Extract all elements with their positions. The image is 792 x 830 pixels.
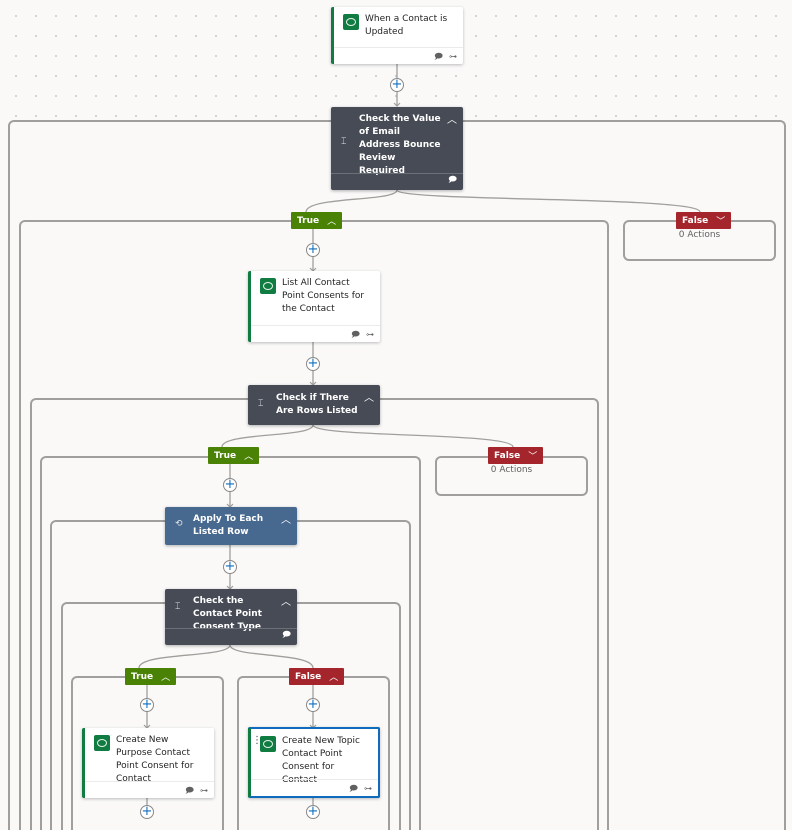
add-step-button[interactable]: + <box>306 243 320 257</box>
add-step-button[interactable]: + <box>223 478 237 492</box>
card-footer: 🗩 <box>165 628 297 645</box>
trigger-title: When a Contact is Updated <box>365 14 448 37</box>
chevron-up-icon[interactable]: ︿ <box>447 111 457 126</box>
purpose-action-title: Create New Purpose Contact Point Consent… <box>116 735 194 784</box>
chevron-down-icon: ﹀ <box>716 217 726 227</box>
condition3-true-badge[interactable]: True ︿ <box>125 668 177 685</box>
add-step-button[interactable]: + <box>140 698 154 712</box>
chevron-up-icon: ︿ <box>329 673 339 683</box>
true-label: True <box>214 450 237 461</box>
add-step-button[interactable]: + <box>306 698 320 712</box>
true-label: True <box>297 215 320 226</box>
card-footer: 🗩 <box>331 173 463 190</box>
comment-icon[interactable]: 🗩 <box>185 786 194 795</box>
dataverse-icon <box>343 14 359 30</box>
condition3-false-badge[interactable]: False ︿ <box>289 668 345 685</box>
loop-title: Apply To Each Listed Row <box>193 514 264 537</box>
chevron-up-icon: ︿ <box>161 673 171 683</box>
chevron-up-icon[interactable]: ︿ <box>281 593 291 608</box>
comment-icon[interactable]: 🗩 <box>434 52 443 61</box>
dataverse-icon <box>260 736 276 752</box>
add-step-button[interactable]: + <box>140 805 154 819</box>
dataverse-icon <box>260 278 276 294</box>
topic-action-card[interactable]: ⋮ Create New Topic Contact Point Consent… <box>248 727 380 798</box>
chevron-up-icon: ︿ <box>244 452 254 462</box>
condition1-false-badge[interactable]: False ﹀ <box>676 212 732 229</box>
false-label: False <box>295 671 322 682</box>
chevron-down-icon: ﹀ <box>528 452 538 462</box>
condition1-title: Check the Value of Email Address Bounce … <box>359 114 441 176</box>
card-footer: 🗩 ⊶ <box>251 325 380 342</box>
chevron-up-icon: ︿ <box>327 217 337 227</box>
condition2-card[interactable]: ⌶ Check if There Are Rows Listed ︿ <box>248 385 380 425</box>
add-step-button[interactable]: + <box>306 805 320 819</box>
card-footer: 🗩 ⊶ <box>334 47 463 64</box>
comment-icon[interactable]: 🗩 <box>351 330 360 339</box>
trigger-card[interactable]: When a Contact is Updated 🗩 ⊶ <box>331 7 463 64</box>
add-step-button[interactable]: + <box>390 78 404 92</box>
comment-icon[interactable]: 🗩 <box>349 784 358 793</box>
card-footer: 🗩 ⊶ <box>85 781 214 798</box>
condition2-true-badge[interactable]: True ︿ <box>208 447 260 464</box>
link-icon[interactable]: ⊶ <box>449 52 457 61</box>
condition1-false-summary: 0 Actions <box>678 230 721 240</box>
condition1-card[interactable]: ⌶ Check the Value of Email Address Bounc… <box>331 107 463 190</box>
condition2-false-summary: 0 Actions <box>490 465 533 475</box>
comment-icon[interactable]: 🗩 <box>448 174 457 188</box>
condition3-card[interactable]: ⌶ Check the Contact Point Consent Type ︿… <box>165 589 297 645</box>
add-step-button[interactable]: + <box>223 560 237 574</box>
condition2-title: Check if There Are Rows Listed <box>276 393 358 416</box>
add-step-button[interactable]: + <box>306 357 320 371</box>
dataverse-icon <box>94 735 110 751</box>
loop-icon: ⟲ <box>175 519 183 529</box>
condition2-false-badge[interactable]: False ﹀ <box>488 447 544 464</box>
false-label: False <box>494 450 521 461</box>
link-icon[interactable]: ⊶ <box>364 784 372 793</box>
chevron-up-icon[interactable]: ︿ <box>281 511 291 526</box>
loop-card[interactable]: ⟲ Apply To Each Listed Row ︿ <box>165 507 297 545</box>
link-icon[interactable]: ⊶ <box>200 786 208 795</box>
true-label: True <box>131 671 154 682</box>
card-footer: 🗩 ⊶ <box>251 779 378 796</box>
condition-icon: ⌶ <box>341 137 347 147</box>
purpose-action-card[interactable]: Create New Purpose Contact Point Consent… <box>82 728 214 798</box>
link-icon[interactable]: ⊶ <box>366 330 374 339</box>
condition-icon: ⌶ <box>258 399 264 409</box>
condition-icon: ⌶ <box>175 602 181 612</box>
condition1-true-badge[interactable]: True ︿ <box>291 212 343 229</box>
comment-icon[interactable]: 🗩 <box>282 629 291 643</box>
list-action-title: List All Contact Point Consents for the … <box>282 278 365 314</box>
false-label: False <box>682 215 709 226</box>
list-action-card[interactable]: List All Contact Point Consents for the … <box>248 271 380 342</box>
chevron-up-icon[interactable]: ︿ <box>364 389 374 404</box>
